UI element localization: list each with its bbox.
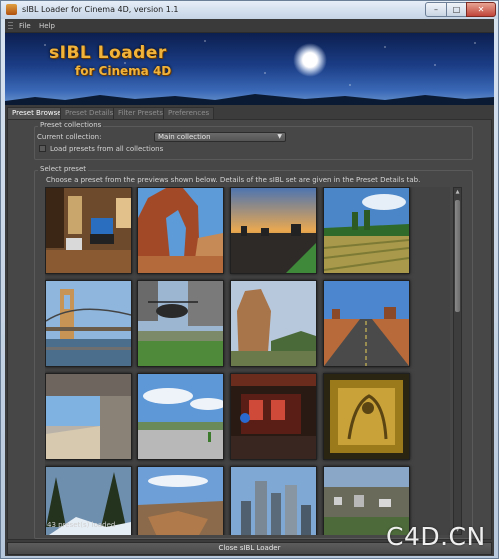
minimize-button[interactable]: – — [425, 2, 447, 17]
menu-bar: File Help — [5, 19, 494, 33]
tab-preset-details[interactable]: Preset Details — [60, 107, 119, 119]
bridge-thumbnail[interactable] — [45, 280, 132, 367]
header-banner: sIBL Loader for Cinema 4D — [5, 33, 494, 105]
mountains-silhouette — [5, 94, 494, 105]
title-bar[interactable]: sIBL Loader for Cinema 4D, version 1.1 –… — [1, 1, 498, 19]
red-rock-arch-thumbnail[interactable] — [137, 187, 224, 274]
concrete-interior-picture — [46, 374, 131, 459]
helicopter-picture — [138, 281, 223, 366]
preset-collections-title: Preset collections — [38, 121, 104, 129]
presets-loaded-status: 43 preset(s) loaded — [47, 521, 116, 529]
grip-icon — [8, 22, 13, 30]
banner-subtitle: for Cinema 4D — [75, 64, 172, 78]
green-field-thumbnail[interactable] — [323, 187, 410, 274]
living-room-thumbnail[interactable] — [45, 187, 132, 274]
bridge-picture — [45, 281, 132, 366]
scrollbar-thumb[interactable] — [455, 200, 460, 312]
client-area: File Help sIBL Loader for Cinema 4D Pres… — [5, 19, 494, 556]
preset-grid-scrollbar[interactable]: ▲ ▼ — [453, 187, 462, 535]
select-preset-title: Select preset — [38, 165, 88, 173]
banner-title: sIBL Loader — [49, 43, 167, 63]
load-all-checkbox[interactable] — [39, 145, 46, 152]
rock-formation-picture — [231, 281, 316, 366]
carved-panel-thumbnail[interactable] — [323, 373, 410, 460]
chevron-down-icon: ▼ — [277, 133, 282, 140]
load-all-label: Load presets from all collections — [50, 145, 164, 153]
red-interior-thumbnail[interactable] — [230, 373, 317, 460]
preset-browser-panel: Preset collections Current collection: M… — [7, 119, 492, 540]
collection-dropdown-value: Main collection — [158, 133, 211, 141]
skatepark-thumbnail[interactable] — [137, 373, 226, 460]
moon-icon — [293, 43, 327, 77]
maximize-button[interactable]: □ — [446, 2, 467, 17]
canyon-picture — [138, 467, 223, 535]
close-window-button[interactable]: ✕ — [466, 2, 496, 17]
helicopter-thumbnail[interactable] — [137, 280, 224, 367]
site-watermark: C4D.CN — [386, 522, 486, 551]
desert-road-thumbnail[interactable] — [323, 280, 410, 367]
skyline-thumbnail[interactable] — [230, 466, 317, 535]
rock-formation-thumbnail[interactable] — [230, 280, 317, 367]
desert-road-picture — [324, 281, 409, 366]
red-rock-arch-picture — [138, 188, 223, 273]
collection-dropdown[interactable]: Main collection ▼ — [154, 132, 286, 142]
carved-panel-picture — [324, 374, 409, 459]
preset-thumbnail-grid — [45, 187, 450, 535]
red-interior-picture — [231, 374, 316, 459]
skyline-picture — [231, 467, 316, 535]
green-field-picture — [323, 188, 410, 273]
select-preset-instructions: Choose a preset from the previews shown … — [46, 176, 421, 184]
tab-filter-presets[interactable]: Filter Presets — [113, 107, 169, 119]
living-room-picture — [46, 188, 131, 273]
scroll-up-icon[interactable]: ▲ — [454, 188, 461, 196]
city-sunset-thumbnail[interactable] — [230, 187, 317, 274]
concrete-interior-thumbnail[interactable] — [45, 373, 132, 460]
menu-file[interactable]: File — [19, 22, 31, 30]
app-window: sIBL Loader for Cinema 4D, version 1.1 –… — [0, 0, 499, 559]
tab-preferences[interactable]: Preferences — [163, 107, 215, 119]
menu-help[interactable]: Help — [39, 22, 55, 30]
city-sunset-picture — [231, 188, 316, 273]
canyon-thumbnail[interactable] — [137, 466, 224, 535]
app-icon — [6, 4, 17, 15]
window-title: sIBL Loader for Cinema 4D, version 1.1 — [22, 5, 179, 14]
current-collection-label: Current collection: — [37, 133, 102, 141]
skatepark-picture — [138, 374, 226, 459]
